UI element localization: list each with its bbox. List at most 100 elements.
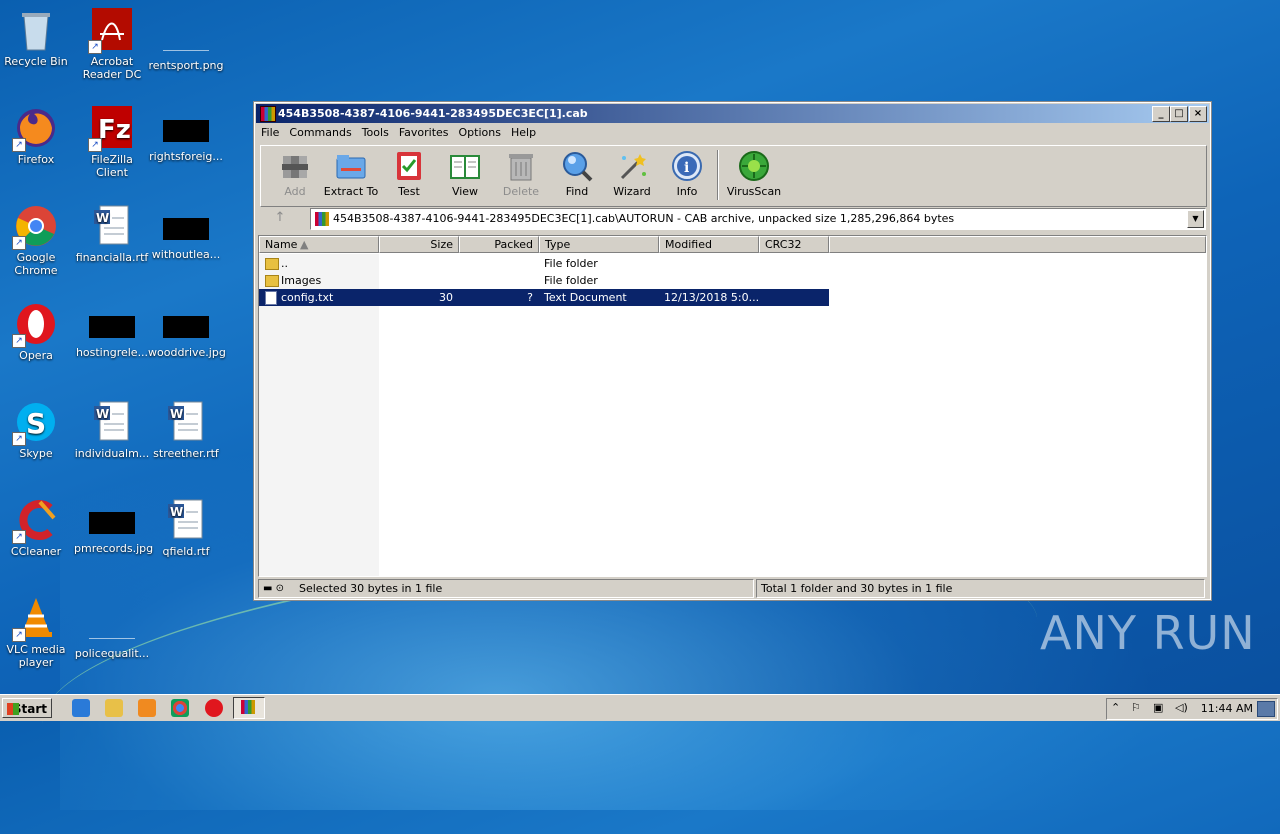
word-document-icon: W [90, 400, 134, 444]
desktop-icon-pmrecords[interactable]: pmrecords.jpg [74, 498, 154, 555]
test-button[interactable]: Test [381, 150, 437, 198]
wizard-button[interactable]: Wizard [604, 150, 660, 198]
clock[interactable]: 11:44 AM [1201, 702, 1253, 715]
desktop-icon-label: withoutlea... [151, 248, 221, 261]
column-header-size[interactable]: Size [379, 236, 459, 253]
desktop-icon-label: Google Chrome [14, 251, 58, 277]
add-button[interactable]: Add [267, 150, 323, 198]
column-header-name[interactable]: Name ▲ [259, 236, 379, 253]
desktop-icon-policequalit[interactable]: policequalit... [74, 596, 150, 660]
menu-options[interactable]: Options [454, 124, 506, 141]
close-button[interactable]: × [1189, 106, 1207, 122]
desktop-icon-ccleaner[interactable]: ↗ CCleaner [0, 498, 74, 558]
desktop-icon-vlc[interactable]: ↗ VLC media player [0, 596, 74, 669]
row-type: Text Document [544, 291, 627, 304]
desktop-icon-wooddrive[interactable]: wooddrive.jpg [148, 302, 226, 359]
column-header-label: Packed [494, 238, 533, 251]
wizard-icon [616, 150, 648, 182]
desktop-icon-financialla[interactable]: W financialla.rtf [74, 204, 150, 264]
shortcut-arrow-icon: ↗ [88, 40, 102, 54]
desktop-icon-rentsport[interactable]: rentsport.png [148, 8, 224, 72]
desktop-icon-individualm[interactable]: W individualm... [74, 400, 150, 460]
menu-bar: File Commands Tools Favorites Options Help [256, 124, 1209, 142]
window-titlebar[interactable]: 454B3508-4387-4106-9441-283495DEC3EC[1].… [256, 104, 1209, 123]
desktop-icon-acrobat[interactable]: ↗ Acrobat Reader DC [74, 8, 150, 81]
desktop-icon-label: rightsforeig... [149, 150, 223, 163]
chrome-taskbar-icon[interactable] [171, 699, 189, 717]
taskbar: Start ⌃ ⚐ ▣ ◁) 11:44 AM [0, 694, 1280, 721]
volume-icon[interactable]: ◁) [1175, 701, 1188, 714]
show-hidden-icons-icon[interactable]: ⌃ [1111, 701, 1120, 714]
winrar-taskbar-button[interactable] [233, 697, 265, 719]
up-folder-button[interactable]: ↑ [264, 210, 296, 228]
desktop-icon-chrome[interactable]: ↗ Google Chrome [0, 204, 74, 277]
internet-explorer-icon[interactable] [72, 699, 90, 717]
shortcut-arrow-icon: ↗ [12, 530, 26, 544]
table-row-selected[interactable]: config.txt 30 ? Text Document 12/13/2018… [259, 289, 829, 306]
desktop-icon-hostingrele[interactable]: hostingrele... [74, 302, 150, 359]
address-combo[interactable]: 454B3508-4387-4106-9441-283495DEC3EC[1].… [310, 208, 1206, 230]
system-tray: ⌃ ⚐ ▣ ◁) 11:44 AM [1106, 698, 1278, 720]
desktop-icon-filezilla[interactable]: Fz ↗ FileZilla Client [74, 106, 150, 179]
archive-icon [315, 212, 329, 226]
column-header-packed[interactable]: Packed [459, 236, 539, 253]
info-icon: i [671, 150, 703, 182]
add-label: Add [284, 185, 306, 198]
delete-button[interactable]: Delete [493, 150, 549, 198]
desktop-icon-label: Opera [19, 349, 53, 362]
acrobat-icon: ↗ [88, 8, 134, 54]
virusscan-button[interactable]: VirusScan [723, 150, 785, 198]
add-icon [279, 150, 311, 182]
svg-text:W: W [96, 211, 109, 225]
menu-commands[interactable]: Commands [284, 124, 356, 141]
svg-text:W: W [96, 407, 109, 421]
minimize-button[interactable]: _ [1152, 106, 1170, 122]
vlc-icon: ↗ [12, 596, 58, 642]
column-header-label: Type [545, 238, 571, 251]
file-thumbnail-icon [89, 512, 135, 534]
info-button[interactable]: i Info [659, 150, 715, 198]
column-header-modified[interactable]: Modified [659, 236, 759, 253]
table-row[interactable]: .. File folder [259, 255, 829, 272]
menu-favorites[interactable]: Favorites [394, 124, 454, 141]
drive-icon: ▬ ⊙ [263, 583, 285, 594]
chevron-down-icon[interactable]: ▼ [1187, 210, 1204, 228]
opera-taskbar-icon[interactable] [205, 699, 223, 717]
media-player-icon[interactable] [138, 699, 156, 717]
virusscan-label: VirusScan [726, 185, 782, 198]
maximize-button[interactable]: □ [1170, 106, 1188, 122]
file-list[interactable]: Name ▲ Size Packed Type Modified CRC32 ..… [258, 235, 1207, 577]
extract-to-button[interactable]: Extract To [323, 150, 379, 198]
menu-help[interactable]: Help [506, 124, 541, 141]
desktop-icon-firefox[interactable]: ↗ Firefox [0, 106, 74, 166]
explorer-folder-icon[interactable] [105, 699, 123, 717]
view-button[interactable]: View [437, 150, 493, 198]
delete-icon [505, 150, 537, 182]
ccleaner-icon: ↗ [12, 498, 58, 544]
desktop-icon-opera[interactable]: ↗ Opera [0, 302, 74, 362]
svg-text:Fz: Fz [98, 115, 131, 145]
menu-file[interactable]: File [256, 124, 284, 141]
desktop-icon-label: VLC media player [6, 643, 66, 669]
desktop-icon-streether[interactable]: W streether.rtf [148, 400, 224, 460]
desktop-icon-rightsforeig[interactable]: rightsforeig... [148, 106, 224, 163]
column-header-crc32[interactable]: CRC32 [759, 236, 829, 253]
column-header-type[interactable]: Type [539, 236, 659, 253]
shortcut-arrow-icon: ↗ [12, 138, 26, 152]
desktop-icon-qfield[interactable]: W qfield.rtf [148, 498, 224, 558]
show-desktop-icon[interactable] [1257, 701, 1275, 717]
table-row[interactable]: Images File folder [259, 272, 829, 289]
delete-label: Delete [502, 185, 540, 198]
row-name: .. [281, 257, 288, 270]
desktop-icon-recycle-bin[interactable]: Recycle Bin [0, 8, 74, 68]
column-header-filler [829, 236, 1206, 253]
action-center-flag-icon[interactable]: ⚐ [1131, 701, 1141, 714]
desktop-icon-withoutlea[interactable]: withoutlea... [148, 204, 224, 261]
desktop-icon-skype[interactable]: S ↗ Skype [0, 400, 74, 460]
find-button[interactable]: Find [549, 150, 605, 198]
start-button[interactable]: Start [2, 698, 52, 718]
skype-icon: S ↗ [12, 400, 58, 446]
menu-tools[interactable]: Tools [357, 124, 394, 141]
desktop-icon-label: pmrecords.jpg [74, 542, 154, 555]
network-icon[interactable]: ▣ [1153, 701, 1163, 714]
